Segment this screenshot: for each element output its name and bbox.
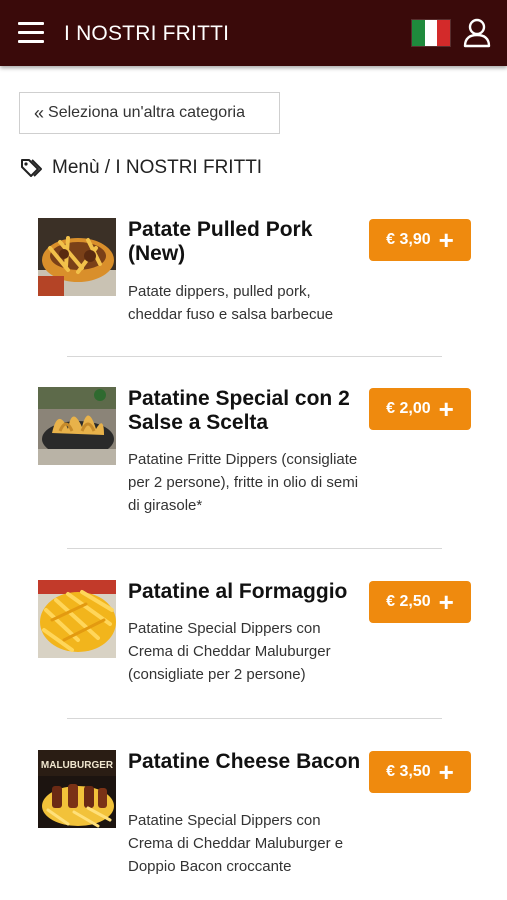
plus-icon: + [438, 587, 454, 617]
add-to-cart-button[interactable]: € 2,50 + [369, 581, 471, 623]
product-title: Patatine Special con 2 Salse a Scelta [128, 387, 350, 434]
product-description: Patate dippers, pulled pork, cheddar fus… [128, 283, 334, 323]
plus-icon: + [438, 225, 454, 255]
product-title: Patatine al Formaggio [128, 580, 348, 603]
product-title: Patatine Cheese Bacon [128, 750, 361, 773]
add-to-cart-button[interactable]: € 3,50 + [369, 751, 471, 793]
tag-icon [21, 159, 42, 177]
price-label: € 2,00 [386, 400, 431, 417]
plus-icon: + [438, 394, 454, 424]
divider [67, 548, 442, 549]
divider [67, 718, 442, 719]
product-description: Patatine Fritte Dippers (consigliate per… [128, 451, 359, 514]
product-title: Patate Pulled Pork (New) [128, 218, 313, 265]
add-to-cart-button[interactable]: € 3,90 + [369, 219, 471, 261]
top-navigation-bar: I NOSTRI FRITTI [0, 0, 507, 66]
price-label: € 3,50 [386, 763, 431, 780]
italy-flag-icon[interactable] [412, 20, 451, 46]
product-description: Patatine Special Dippers con Crema di Ch… [128, 812, 344, 875]
page-title: I NOSTRI FRITTI [64, 22, 230, 45]
price-label: € 3,90 [386, 231, 431, 248]
breadcrumb: Menù / I NOSTRI FRITTI [20, 155, 262, 181]
plus-icon: + [438, 757, 454, 787]
price-label: € 2,50 [386, 593, 431, 610]
product-image-patatine-cheese-bacon[interactable]: MALUBURGER [38, 750, 116, 828]
product-image-patatine-special[interactable] [38, 387, 116, 465]
product-image-patatine-formaggio[interactable] [38, 580, 116, 658]
product-description: Patatine Special Dippers con Crema di Ch… [128, 620, 331, 683]
add-to-cart-button[interactable]: € 2,00 + [369, 388, 471, 430]
divider [67, 356, 442, 357]
hamburger-icon[interactable] [18, 22, 44, 44]
double-chevron-left-icon: « [34, 103, 45, 123]
back-button-label: Seleziona un'altra categoria [48, 104, 245, 121]
maluburger-logo-text: MALUBURGER [41, 760, 114, 771]
product-image-pulled-pork[interactable] [38, 218, 116, 296]
breadcrumb-text: Menù / I NOSTRI FRITTI [52, 157, 263, 178]
select-another-category-button[interactable]: « Seleziona un'altra categoria [19, 92, 280, 134]
user-icon[interactable] [463, 18, 491, 48]
